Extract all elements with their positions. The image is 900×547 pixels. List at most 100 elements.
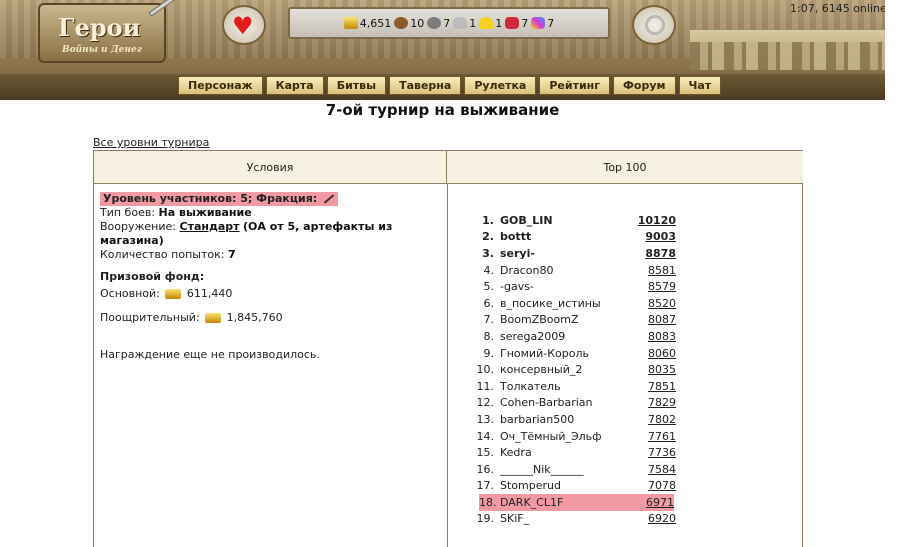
- main-prize-label: Основной:: [100, 287, 160, 300]
- player-score-link[interactable]: 8035: [626, 363, 676, 376]
- player-score-link[interactable]: 6920: [626, 512, 676, 525]
- wood-icon: [394, 17, 409, 29]
- player-name: Толкатель: [500, 379, 561, 393]
- top100-row: 15. Kedra 7736: [449, 444, 769, 461]
- player-rank: 11.: [476, 379, 495, 393]
- health-button[interactable]: ♥: [222, 5, 266, 45]
- conditions-panel: Уровень участников: 5; Фракция: Тип боев…: [100, 192, 440, 362]
- heart-icon: ♥: [232, 12, 254, 40]
- resource-ore-value: 7: [443, 16, 451, 30]
- player-name: serega2009: [500, 329, 566, 343]
- sulfur-icon: [479, 17, 494, 29]
- top100-row: 4. Dracon80 8581: [449, 262, 769, 279]
- player-name: DARK_CL1F: [500, 495, 564, 509]
- incentive-prize-value: 1,845,760: [226, 311, 283, 324]
- armament-link[interactable]: Стандарт: [180, 220, 240, 233]
- top100-row: 13. barbarian500 7802: [449, 411, 769, 428]
- nav-chat[interactable]: Чат: [678, 76, 722, 95]
- top100-header: Top 100: [447, 151, 803, 184]
- player-name: -gavs-: [500, 280, 534, 294]
- player-score-link[interactable]: 9003: [626, 230, 676, 243]
- player-score-link[interactable]: 8878: [626, 247, 676, 260]
- player-rank: 17.: [476, 479, 495, 493]
- resource-crystal: 7: [505, 17, 528, 30]
- player-score-link[interactable]: 7078: [626, 479, 676, 492]
- player-name: SKiF_: [500, 512, 530, 526]
- nav-rating[interactable]: Рейтинг: [539, 76, 611, 95]
- top100-row: 8. serega2009 8083: [449, 328, 769, 345]
- main-nav: Персонаж Карта Битвы Таверна Рулетка Рей…: [178, 76, 722, 95]
- top100-row: 2. bottt 9003: [449, 229, 769, 246]
- gold-icon: [343, 17, 358, 29]
- player-score-link[interactable]: 8060: [626, 347, 676, 360]
- player-score-link[interactable]: 8087: [626, 313, 676, 326]
- player-score-link[interactable]: 8579: [626, 280, 676, 293]
- player-rank: 8.: [483, 329, 495, 343]
- ring-button[interactable]: [632, 5, 676, 45]
- game-header: Герои Войны и Денег ♥ 4,651 10 7 1 1 7 7…: [0, 0, 885, 100]
- player-rank: 5.: [483, 280, 495, 294]
- resource-sulfur: 1: [479, 17, 502, 30]
- top100-row: 1. GOB_LIN 10120: [449, 212, 769, 229]
- player-score-link[interactable]: 6971: [625, 496, 674, 509]
- nav-tavern[interactable]: Таверна: [389, 76, 462, 95]
- player-score-link[interactable]: 8520: [626, 297, 676, 310]
- player-score-link[interactable]: 7851: [626, 380, 676, 393]
- player-score-link[interactable]: 10120: [626, 214, 676, 227]
- top100-row: 3. seryi- 8878: [449, 245, 769, 262]
- player-name: Dracon80: [500, 263, 554, 277]
- all-levels-link[interactable]: Все уровни турнира: [93, 136, 209, 149]
- player-score-link[interactable]: 8581: [626, 264, 676, 277]
- nav-map[interactable]: Карта: [265, 76, 324, 95]
- resource-gold: 4,651: [343, 16, 392, 30]
- resource-gems-value: 7: [547, 16, 555, 30]
- player-score-link[interactable]: 7584: [626, 463, 676, 476]
- resource-wood-value: 10: [410, 16, 425, 30]
- gold-icon: [205, 313, 222, 323]
- player-rank: 4.: [483, 263, 495, 277]
- player-score-link[interactable]: 7802: [626, 413, 676, 426]
- tournament-table: Условия Top 100 Уровень участников: 5; Ф…: [93, 150, 803, 547]
- nav-character[interactable]: Персонаж: [178, 76, 263, 95]
- resource-sulfur-value: 1: [495, 16, 503, 30]
- resource-crystal-value: 7: [521, 16, 529, 30]
- top100-row: 10. консервный_2 8035: [449, 361, 769, 378]
- armament-label: Вооружение:: [100, 220, 176, 233]
- player-rank: 14.: [476, 429, 495, 443]
- nav-battles[interactable]: Битвы: [326, 76, 387, 95]
- logo-title: Герои: [58, 13, 141, 42]
- nav-roulette[interactable]: Рулетка: [464, 76, 537, 95]
- player-name: Kedra: [500, 446, 532, 460]
- main-prize-row: Основной: 611,440: [100, 287, 440, 301]
- server-time: 1:07, 6145 online: [790, 2, 885, 15]
- player-name: bottt: [500, 230, 532, 244]
- column-divider: [447, 184, 448, 547]
- player-name: Cohen-Barbarian: [500, 396, 593, 410]
- incentive-prize-row: Поощрительный: 1,845,760: [100, 311, 440, 325]
- player-name: в_посике_истины: [500, 296, 601, 310]
- logo[interactable]: Герои Войны и Денег: [38, 3, 166, 63]
- attempts-value: 7: [227, 248, 236, 261]
- player-rank: 1.: [482, 213, 494, 227]
- top100-row: 9. Гномий-Король 8060: [449, 345, 769, 362]
- faction-icon: [321, 193, 335, 205]
- top100-row: 19. SKiF_ 6920: [449, 511, 769, 528]
- resource-panel: 4,651 10 7 1 1 7 7: [288, 7, 610, 39]
- gems-icon: [531, 17, 546, 29]
- player-score-link[interactable]: 7736: [626, 446, 676, 459]
- top100-row: 17. Stomperud 7078: [449, 478, 769, 495]
- player-name: barbarian500: [500, 412, 575, 426]
- top100-row: 11. Толкатель 7851: [449, 378, 769, 395]
- player-score-link[interactable]: 8083: [626, 330, 676, 343]
- resource-mercury: 1: [453, 17, 476, 30]
- attempts-row: Количество попыток: 7: [100, 248, 440, 262]
- nav-forum[interactable]: Форум: [613, 76, 676, 95]
- main-prize-value: 611,440: [186, 287, 233, 300]
- incentive-prize-label: Поощрительный:: [100, 311, 200, 324]
- resource-gold-value: 4,651: [359, 16, 392, 30]
- player-score-link[interactable]: 7829: [626, 396, 676, 409]
- player-rank: 12.: [476, 396, 495, 410]
- player-name: GOB_LIN: [500, 213, 553, 227]
- armament-row: Вооружение: Стандарт (ОА от 5, артефакты…: [100, 220, 440, 248]
- player-score-link[interactable]: 7761: [626, 430, 676, 443]
